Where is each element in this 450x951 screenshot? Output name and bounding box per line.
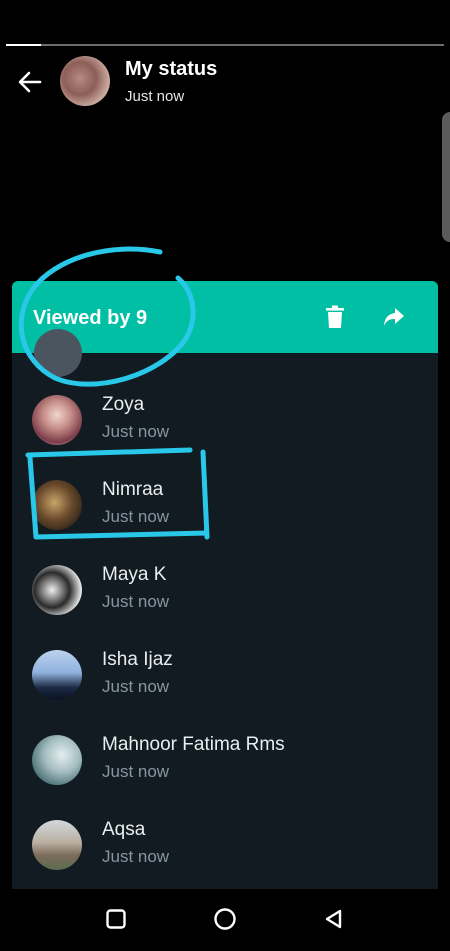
avatar[interactable] [32, 395, 82, 445]
status-timestamp: Just now [125, 88, 185, 105]
avatar[interactable] [32, 735, 82, 785]
viewer-name: Maya K [102, 564, 167, 585]
list-item-partial [12, 329, 438, 383]
viewer-time: Just now [102, 592, 170, 611]
viewer-time: Just now [102, 507, 170, 526]
avatar[interactable] [60, 56, 110, 106]
triangle-back-icon [325, 909, 342, 929]
viewer-row[interactable]: Mahnoor Fatima Rms Just now [12, 723, 438, 808]
viewer-row[interactable]: Maya K Just now [12, 553, 438, 638]
viewer-row[interactable]: Nimraa Just now [12, 468, 438, 553]
status-progress-bar [6, 44, 444, 46]
home-button[interactable] [205, 899, 245, 939]
viewer-row[interactable]: Isha Ijaz Just now [12, 638, 438, 723]
circle-icon [214, 908, 236, 930]
viewer-row[interactable]: Zoya Just now [12, 383, 438, 468]
square-icon [106, 909, 126, 929]
avatar[interactable] [32, 565, 82, 615]
share-forward-icon [384, 308, 404, 326]
page-title: My status [125, 58, 218, 80]
side-scroll-handle[interactable] [442, 112, 450, 242]
viewer-name: Nimraa [102, 479, 164, 500]
viewers-count-title: Viewed by 9 [33, 307, 148, 329]
system-nav-bar [0, 889, 450, 951]
avatar[interactable] [32, 650, 82, 700]
status-header: My status Just now [0, 52, 450, 116]
back-button[interactable] [12, 64, 48, 100]
viewer-list: Zoya Just now Nimraa Just now Maya K Jus… [12, 329, 438, 889]
viewer-name: Aqsa [102, 819, 146, 840]
recent-apps-button[interactable] [96, 899, 136, 939]
avatar[interactable] [32, 820, 82, 870]
viewer-row[interactable]: Aqsa Just now [12, 808, 438, 889]
forward-status-button[interactable] [380, 303, 408, 331]
viewer-time: Just now [102, 762, 170, 781]
viewer-time: Just now [102, 847, 170, 866]
avatar [34, 329, 82, 377]
system-back-button[interactable] [314, 899, 354, 939]
viewers-sheet: Viewed by 9 Zoya Just now Nimraa Just no… [12, 281, 438, 889]
viewer-name: Isha Ijaz [102, 649, 173, 670]
viewer-time: Just now [102, 677, 170, 696]
trash-icon [326, 305, 344, 328]
delete-status-button[interactable] [321, 303, 349, 331]
arrow-left-icon [18, 71, 42, 93]
viewer-name: Mahnoor Fatima Rms [102, 734, 285, 755]
viewer-time: Just now [102, 422, 170, 441]
status-progress-fill [6, 44, 42, 46]
viewer-name: Zoya [102, 394, 145, 415]
avatar[interactable] [32, 480, 82, 530]
